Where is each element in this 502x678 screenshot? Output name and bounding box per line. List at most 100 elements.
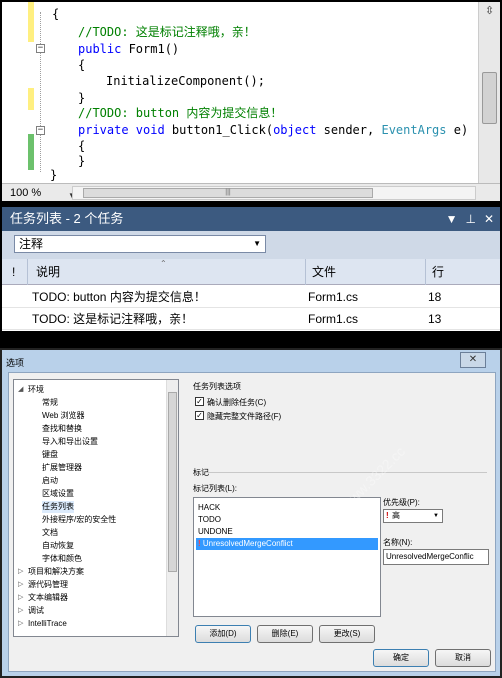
change-marker	[28, 88, 34, 110]
task-description: TODO: button 内容为提交信息！	[32, 290, 206, 304]
dialog-body: ◢ 环境 常规 Web 浏览器 查找和替换 导入和导出设置 键盘 扩展管理器 启动 区域设置 任务列…	[8, 372, 496, 672]
dialog-title: 选项	[6, 358, 25, 368]
scrollbar-thumb[interactable]: |||	[83, 188, 373, 198]
change-marker	[28, 22, 34, 42]
task-column-headers: ! 说明 ⌃ 文件 行	[2, 259, 500, 285]
cancel-button[interactable]: 取消	[435, 649, 491, 667]
tree-item[interactable]: 项目和解决方案	[28, 566, 84, 578]
collapse-icon[interactable]: −	[36, 44, 45, 53]
outline-guide	[40, 12, 41, 172]
task-category-select[interactable]: 注释 ▼	[14, 235, 266, 253]
tree-item[interactable]: 调试	[28, 605, 44, 617]
ok-button[interactable]: 确定	[373, 649, 429, 667]
close-icon[interactable]: ✕	[484, 207, 494, 231]
tree-item[interactable]: 文本编辑器	[28, 592, 68, 604]
task-list-panel: 任务列表 - 2 个任务 ▼ ⊥ ✕ 注释 ▼ ! 说明 ⌃ 文件 行 TODO:…	[0, 207, 502, 333]
collapse-icon[interactable]: −	[36, 126, 45, 135]
table-row[interactable]: TODO: 这是标记注释哦，亲！ Form1.cs 13	[2, 308, 500, 330]
list-item[interactable]: TODO	[198, 514, 221, 526]
task-line: 13	[428, 312, 442, 326]
expand-arrow-icon[interactable]: ▷	[18, 619, 23, 627]
pin-icon[interactable]: ⊥	[465, 207, 475, 231]
column-file[interactable]: 文件	[306, 259, 426, 285]
code-line: private void button1_Click(object sender…	[78, 123, 469, 137]
change-marker	[28, 134, 34, 170]
code-line: public Form1()	[78, 42, 180, 56]
tree-item[interactable]: 环境	[28, 384, 44, 396]
tree-item[interactable]: 自动恢复	[42, 540, 74, 552]
options-dialog: 选项 ✕ ◢ 环境 常规 Web 浏览器 查找和替换 导入和导出设置 键盘 扩展管理器 启动 区域…	[0, 348, 502, 678]
code-line: {	[78, 58, 86, 72]
tree-item[interactable]: 外接程序/宏的安全性	[42, 514, 116, 526]
add-button[interactable]: 添加(D)	[195, 625, 251, 643]
options-group-label: 任务列表选项	[193, 382, 241, 391]
chevron-down-icon: ▼	[433, 513, 439, 519]
expand-arrow-icon[interactable]: ▷	[18, 606, 23, 614]
task-list-title: 任务列表 - 2 个任务	[10, 211, 124, 226]
collapse-arrow-icon[interactable]: ◢	[18, 385, 23, 393]
scrollbar-thumb[interactable]	[168, 392, 177, 572]
tree-item[interactable]: 查找和替换	[42, 423, 82, 435]
confirm-delete-label: 确认删除任务(C)	[207, 398, 267, 407]
column-priority[interactable]: !	[2, 259, 28, 285]
options-tree[interactable]: ◢ 环境 常规 Web 浏览器 查找和替换 导入和导出设置 键盘 扩展管理器 启动 区域设置 任务列…	[13, 379, 179, 637]
chevron-down-icon: ▼	[253, 239, 261, 248]
tree-item[interactable]: 区域设置	[42, 488, 74, 500]
expand-arrow-icon[interactable]: ▷	[18, 567, 23, 575]
editor-bottom-bar: 100 %▼ |||	[2, 183, 500, 201]
split-icon[interactable]: ⇳	[481, 4, 498, 18]
tree-item[interactable]: 任务列表	[42, 501, 74, 513]
column-description[interactable]: 说明 ⌃	[28, 259, 306, 285]
tree-item[interactable]: 字体和颜色	[42, 553, 82, 565]
task-file: Form1.cs	[308, 290, 359, 304]
dropdown-icon[interactable]: ▼	[446, 207, 458, 231]
delete-button[interactable]: 删除(E)	[257, 625, 313, 643]
hide-path-checkbox[interactable]: ✓	[195, 411, 204, 420]
task-filter-bar: 注释 ▼	[2, 231, 500, 259]
table-row[interactable]: TODO: button 内容为提交信息！ Form1.cs 18	[2, 286, 500, 308]
code-line: }	[50, 168, 58, 182]
tree-item[interactable]: IntelliTrace	[28, 618, 67, 630]
priority-select[interactable]: ! 高 ▼	[383, 509, 443, 523]
change-marker	[28, 2, 34, 22]
column-line[interactable]: 行	[426, 259, 500, 285]
task-list-header: 任务列表 - 2 个任务 ▼ ⊥ ✕	[2, 207, 500, 231]
token-list-label: 标记列表(L):	[193, 484, 237, 493]
scrollbar-thumb[interactable]	[482, 72, 497, 124]
task-description: TODO: 这是标记注释哦，亲！	[32, 312, 194, 326]
code-editor[interactable]: − − { //TODO: 这是标记注释哦，亲！ public Form1() …	[0, 0, 502, 203]
code-line: InitializeComponent();	[106, 74, 265, 88]
tree-item[interactable]: 扩展管理器	[42, 462, 82, 474]
task-line: 18	[428, 290, 442, 304]
name-field[interactable]: UnresolvedMergeConflic	[383, 549, 489, 565]
tree-item[interactable]: Web 浏览器	[42, 410, 85, 422]
tree-item[interactable]: 启动	[42, 475, 58, 487]
code-area[interactable]: − − { //TODO: 这是标记注释哦，亲！ public Form1() …	[2, 2, 478, 183]
tree-item[interactable]: 文档	[42, 527, 58, 539]
divider	[207, 472, 487, 473]
tree-item[interactable]: 源代码管理	[28, 579, 68, 591]
list-item[interactable]: HACK	[198, 502, 220, 514]
tree-item[interactable]: 导入和导出设置	[42, 436, 98, 448]
tree-item[interactable]: 键盘	[42, 449, 58, 461]
tree-scrollbar[interactable]	[166, 380, 178, 636]
code-line: {	[52, 7, 60, 21]
expand-arrow-icon[interactable]: ▷	[18, 593, 23, 601]
vertical-scrollbar[interactable]: ⇳	[478, 2, 500, 183]
list-item[interactable]: UNDONE	[198, 526, 233, 538]
code-line: }	[78, 154, 86, 168]
token-list[interactable]: HACK TODO UNDONE ! UnresolvedMergeConfli…	[193, 497, 381, 617]
priority-label: 优先级(P):	[383, 498, 420, 507]
horizontal-scrollbar[interactable]: |||	[72, 186, 476, 200]
confirm-delete-checkbox[interactable]: ✓	[195, 397, 204, 406]
tree-item[interactable]: 常规	[42, 397, 58, 409]
expand-arrow-icon[interactable]: ▷	[18, 580, 23, 588]
close-button[interactable]: ✕	[460, 352, 486, 368]
sort-arrow-icon: ⌃	[160, 259, 167, 268]
list-item[interactable]: ! UnresolvedMergeConflict	[196, 538, 378, 550]
task-file: Form1.cs	[308, 312, 359, 326]
priority-high-icon: !	[198, 539, 201, 548]
change-button[interactable]: 更改(S)	[319, 625, 375, 643]
zoom-dropdown[interactable]: 100 %▼	[10, 186, 76, 200]
priority-high-icon: !	[386, 511, 389, 520]
